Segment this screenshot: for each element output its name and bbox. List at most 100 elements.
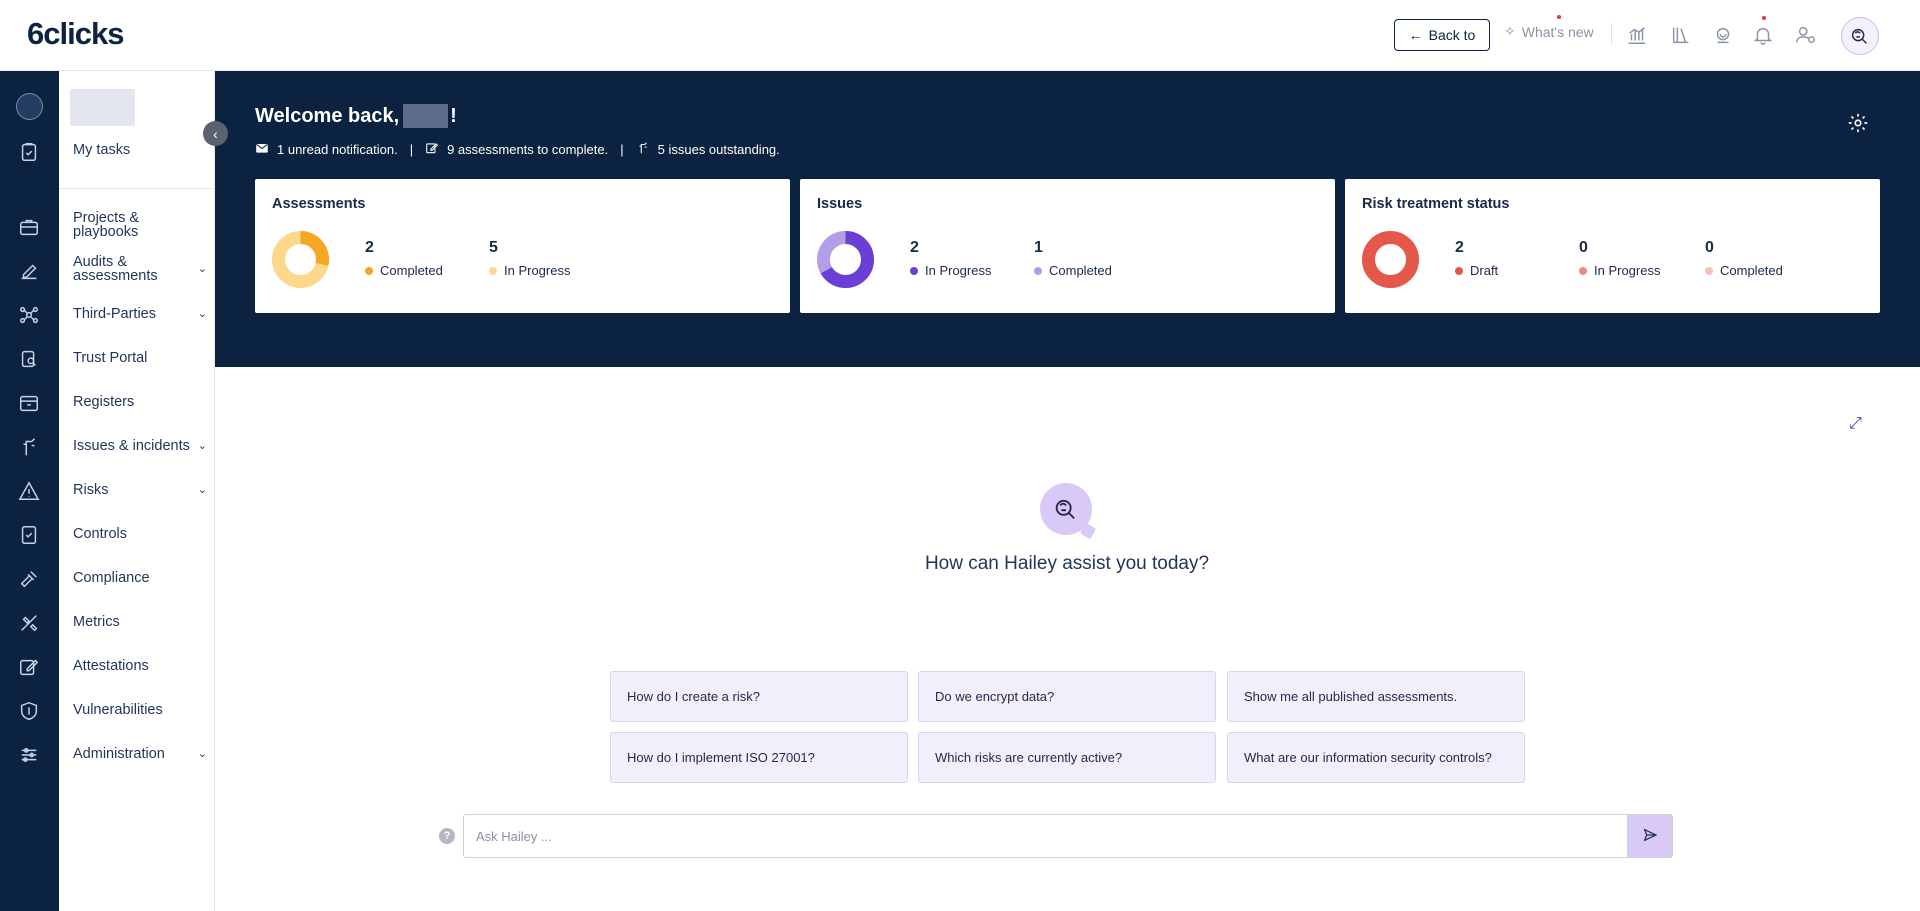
sidebar-item-registers[interactable]: Registers	[73, 395, 207, 410]
summary-separator: |	[620, 142, 624, 157]
ask-hailey-input[interactable]	[463, 814, 1627, 858]
welcome-suffix: !	[450, 104, 457, 127]
chevron-down-icon: ⌄	[197, 263, 207, 275]
briefcase-icon[interactable]	[17, 215, 41, 239]
sidebar-item-attestations[interactable]: Attestations	[73, 658, 207, 674]
sidebar-item-administration[interactable]: Administration ⌄	[73, 747, 207, 762]
back-button-label: Back to	[1428, 27, 1476, 43]
stat-draft: 2 Draft	[1455, 239, 1498, 278]
stat-completed: 2 Completed	[365, 239, 443, 278]
library-icon[interactable]	[1668, 22, 1694, 48]
stat-label: Completed	[1049, 263, 1112, 278]
notification-dot	[1762, 16, 1766, 20]
sidebar-item-label: Third-Parties	[73, 306, 156, 322]
sidebar-item-label: Projects & playbooks	[73, 210, 140, 240]
card-title: Assessments	[272, 196, 366, 212]
issues-icon[interactable]	[17, 435, 41, 459]
icon-rail	[0, 71, 59, 911]
sidebar-item-third-parties[interactable]: Third-Parties ⌄	[73, 306, 207, 322]
stat-completed: 1 Completed	[1034, 239, 1112, 278]
stat-label: Draft	[1470, 263, 1499, 278]
assessments-card[interactable]: Assessments 2 Completed 5 In Progress	[255, 179, 790, 313]
legend-dot	[1579, 266, 1587, 275]
issues-donut-chart	[817, 231, 874, 288]
sidebar-item-label: Compliance	[73, 570, 150, 586]
stat-in-progress: 5 In Progress	[489, 239, 570, 278]
envelope-icon	[255, 141, 269, 158]
notifications-link[interactable]: 1 unread notification.	[277, 142, 398, 157]
stat-value: 0	[1705, 239, 1714, 256]
sliders-icon[interactable]	[17, 743, 41, 767]
user-settings-icon[interactable]	[1793, 22, 1819, 48]
sidebar-item-label: Audits & assessments	[73, 254, 158, 284]
card-title: Issues	[817, 196, 863, 212]
collapse-sidebar-button[interactable]: ‹	[203, 121, 228, 146]
sidebar-item-my-tasks[interactable]: My tasks	[73, 143, 207, 158]
suggestion-chip[interactable]: Show me all published assessments.	[1227, 671, 1525, 722]
risk-treatment-card[interactable]: Risk treatment status 2 Draft 0 In Progr…	[1345, 179, 1880, 313]
suggestion-chip[interactable]: How do I create a risk?	[610, 671, 908, 722]
legend-dot	[1455, 266, 1463, 275]
activity-summary: 1 unread notification. | 9 assessments t…	[255, 141, 780, 158]
back-button[interactable]: ← Back to	[1394, 19, 1490, 51]
support-icon[interactable]	[1710, 22, 1736, 48]
bell-icon[interactable]	[1750, 16, 1776, 48]
expand-icon[interactable]: ⤢	[1849, 415, 1865, 432]
dashboard-header: Welcome back, ! 1 unread notification. |…	[215, 71, 1920, 367]
suggestion-chip[interactable]: Do we encrypt data?	[918, 671, 1216, 722]
sidebar-item-audits[interactable]: Audits & assessments ⌄	[73, 254, 207, 284]
gear-icon[interactable]	[1847, 112, 1869, 134]
metrics-icon[interactable]	[17, 611, 41, 635]
stat-value: 2	[365, 239, 374, 256]
user-avatar[interactable]	[16, 93, 43, 120]
sidebar-item-label: Trust Portal	[73, 350, 148, 366]
app-logo[interactable]: 6clicks	[27, 16, 124, 52]
attestation-icon[interactable]	[17, 655, 41, 679]
sidebar-item-projects[interactable]: Projects & playbooks	[73, 210, 207, 240]
chevron-down-icon: ⌄	[197, 484, 207, 496]
sidebar-item-issues[interactable]: Issues & incidents ⌄	[73, 439, 207, 454]
top-bar: 6clicks ← Back to ✧ What's new	[0, 0, 1920, 71]
issues-link[interactable]: 5 issues outstanding.	[658, 142, 780, 157]
send-button[interactable]	[1627, 814, 1673, 858]
network-icon[interactable]	[17, 303, 41, 327]
whats-new-link[interactable]: ✧ What's new	[1504, 15, 1594, 40]
assessments-donut-chart	[272, 231, 329, 288]
sidebar-item-risks[interactable]: Risks ⌄	[73, 482, 207, 498]
arrow-left-icon: ←	[1408, 27, 1423, 43]
stat-completed: 0 Completed	[1705, 239, 1783, 278]
chart-icon[interactable]	[1624, 22, 1650, 48]
sidebar-item-metrics[interactable]: Metrics	[73, 614, 207, 630]
gavel-icon[interactable]	[17, 567, 41, 591]
sidebar-item-label: Attestations	[73, 658, 149, 674]
issues-card[interactable]: Issues 2 In Progress 1 Completed	[800, 179, 1335, 313]
controls-icon[interactable]	[17, 523, 41, 547]
sidebar-item-compliance[interactable]: Compliance	[73, 570, 207, 586]
legend-dot	[1705, 266, 1713, 275]
hailey-icon[interactable]	[1841, 17, 1879, 55]
register-icon[interactable]	[17, 391, 41, 415]
stat-value: 2	[910, 239, 919, 256]
risk-donut-chart	[1362, 231, 1419, 288]
suggestion-chip[interactable]: How do I implement ISO 27001?	[610, 732, 908, 783]
stat-label: In Progress	[504, 263, 571, 278]
stat-in-progress: 2 In Progress	[910, 239, 991, 278]
sidebar-divider	[59, 188, 215, 189]
suggestion-chip[interactable]: Which risks are currently active?	[918, 732, 1216, 783]
suggestion-chip[interactable]: What are our information security contro…	[1227, 732, 1525, 783]
help-icon[interactable]: ?	[439, 828, 455, 844]
sidebar-item-label: Metrics	[73, 614, 120, 630]
tasks-icon[interactable]	[17, 140, 41, 164]
shield-icon[interactable]	[17, 699, 41, 723]
sidebar: My tasks Projects & playbooks Audits & a…	[59, 71, 215, 911]
sidebar-item-vulnerabilities[interactable]: Vulnerabilities	[73, 703, 207, 718]
hailey-logo-icon	[1040, 483, 1092, 535]
sidebar-item-label: Controls	[73, 526, 127, 542]
edit-icon[interactable]	[17, 259, 41, 283]
trust-portal-icon[interactable]	[17, 347, 41, 371]
sidebar-item-label: Risks	[73, 482, 109, 498]
sidebar-item-controls[interactable]: Controls	[73, 526, 207, 542]
assessments-link[interactable]: 9 assessments to complete.	[447, 142, 608, 157]
warning-icon[interactable]	[17, 479, 41, 503]
sidebar-item-trust-portal[interactable]: Trust Portal	[73, 350, 207, 366]
